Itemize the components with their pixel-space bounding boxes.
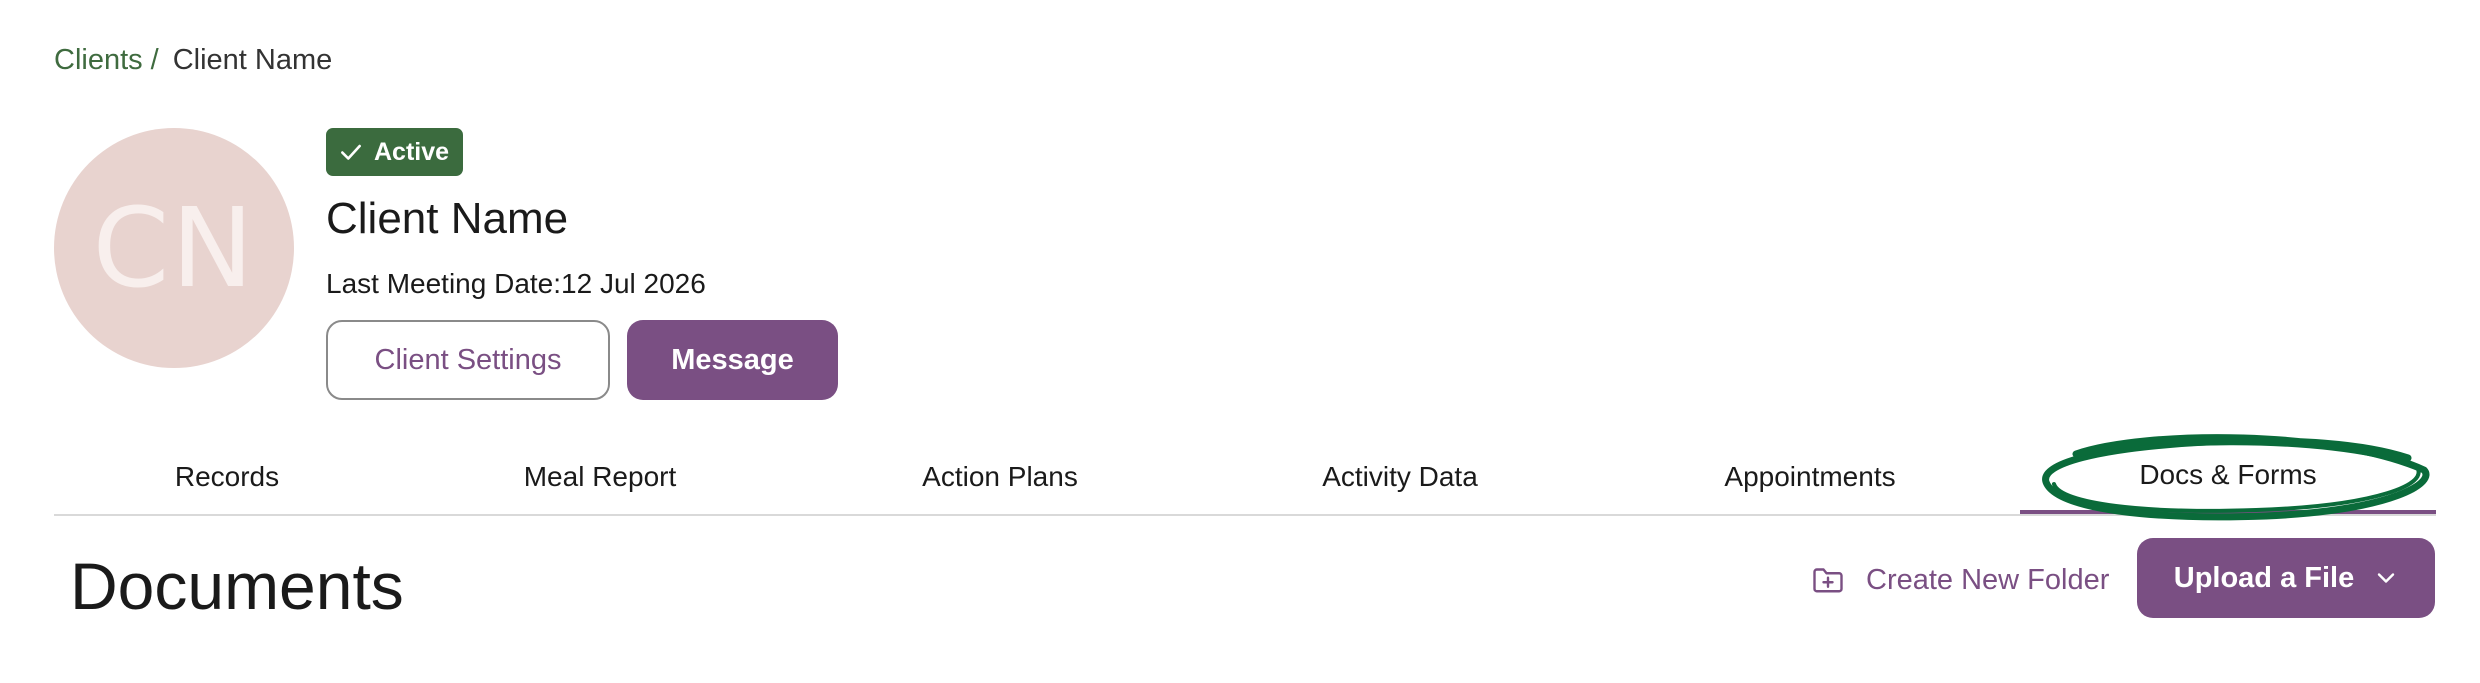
tab-records[interactable]: Records (54, 440, 400, 514)
breadcrumb-clients-link[interactable]: Clients (54, 44, 143, 76)
breadcrumb: Clients / Client Name (54, 42, 332, 78)
breadcrumb-current: Client Name (172, 44, 333, 76)
breadcrumb-separator: / (150, 44, 159, 76)
tab-meal-report[interactable]: Meal Report (400, 440, 800, 514)
check-icon (338, 139, 364, 165)
message-button[interactable]: Message (627, 320, 838, 400)
upload-file-label: Upload a File (2173, 561, 2355, 594)
tab-docs-forms[interactable]: Docs & Forms (2020, 440, 2436, 514)
last-meeting-label: Last Meeting Date: (326, 268, 562, 299)
tab-appointments[interactable]: Appointments (1600, 440, 2020, 514)
upload-file-button[interactable]: Upload a File (2137, 538, 2435, 618)
tab-bar: Records Meal Report Action Plans Activit… (54, 440, 2436, 516)
folder-plus-icon (1810, 562, 1846, 598)
status-badge-label: Active (374, 137, 450, 166)
create-new-folder-label: Create New Folder (1866, 563, 2110, 596)
avatar: CN (54, 128, 294, 368)
client-name: Client Name (326, 194, 569, 243)
client-settings-button[interactable]: Client Settings (326, 320, 610, 400)
status-badge: Active (326, 128, 464, 176)
chevron-down-icon[interactable] (2374, 566, 2398, 590)
tab-activity-data[interactable]: Activity Data (1200, 440, 1600, 514)
create-new-folder-button[interactable]: Create New Folder (1810, 556, 2109, 604)
last-meeting-value: 12 Jul 2026 (561, 268, 706, 299)
documents-title: Documents (70, 549, 404, 623)
tab-action-plans[interactable]: Action Plans (800, 440, 1200, 514)
avatar-initials: CN (92, 184, 256, 312)
last-meeting-date: Last Meeting Date:12 Jul 2026 (326, 267, 706, 301)
